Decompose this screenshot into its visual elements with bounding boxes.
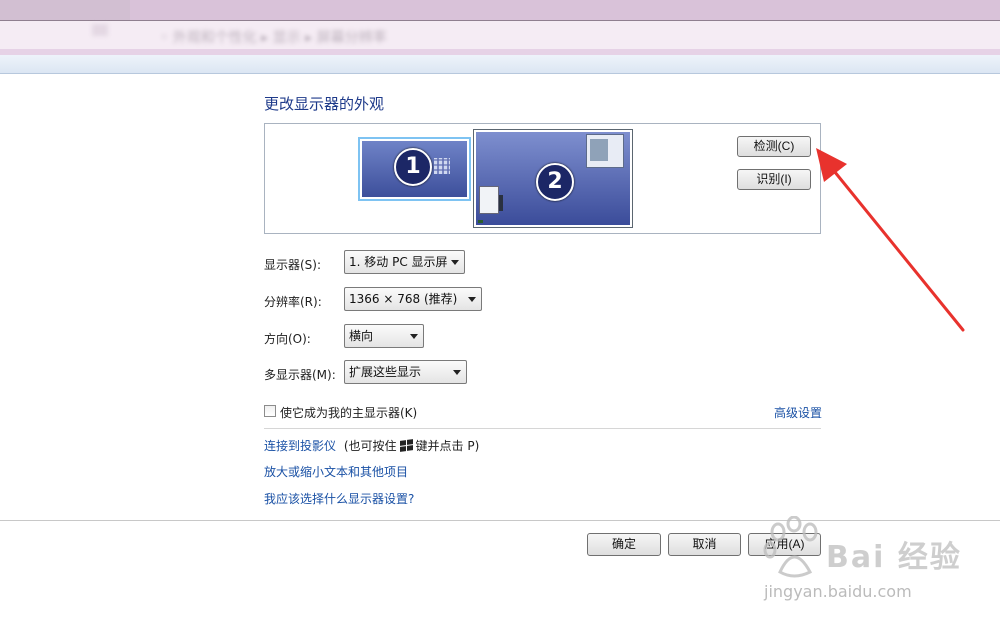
orientation-select[interactable]: 横向	[344, 324, 424, 348]
display-label: 显示器(S):	[264, 258, 322, 272]
annotation-arrow-icon	[816, 148, 965, 332]
projector-hint-suffix: 键并点击 P)	[415, 439, 480, 453]
watermark-brand-text: Bai 经验	[826, 540, 962, 575]
display-settings-help-link[interactable]: 我应该选择什么显示器设置?	[264, 490, 414, 507]
toolbar-strip	[0, 55, 1000, 74]
chevron-down-icon	[451, 260, 459, 265]
monitor-2-tile[interactable]: 2	[473, 129, 633, 228]
monitor-1-number: 1	[394, 148, 432, 186]
page-title: 更改显示器的外观	[264, 95, 385, 113]
window-thumbnail-small-icon	[479, 186, 503, 214]
taskbar-icon	[478, 220, 483, 223]
monitor-1-tile[interactable]: 1	[358, 137, 471, 201]
multi-display-label: 多显示器(M):	[264, 368, 336, 382]
orientation-select-value: 横向	[349, 329, 374, 343]
footer-divider	[0, 520, 1000, 521]
monitor-preview-area: 1 2 检测(C) 识别(I)	[264, 123, 821, 234]
title-bar-left-area	[0, 0, 130, 20]
resolution-select[interactable]: 1366 × 768 (推荐)	[344, 287, 482, 311]
breadcrumb-band	[0, 21, 1000, 49]
chevron-down-icon	[468, 297, 476, 302]
breadcrumb-blurred: ◦ 外观和个性化 ▸ 显示 ▸ 屏幕分辨率	[160, 30, 387, 46]
primary-display-label[interactable]: 使它成为我的主显示器(K)	[280, 404, 417, 421]
connect-projector-link[interactable]: 连接到投影仪	[264, 439, 336, 453]
window-thumbnail-icon	[586, 134, 624, 168]
projector-row: 连接到投影仪 (也可按住 键并点击 P)	[264, 437, 479, 454]
section-divider	[264, 428, 821, 429]
monitor-2-number: 2	[536, 163, 574, 201]
resolution-select-value: 1366 × 768 (推荐)	[349, 292, 458, 306]
resolution-label: 分辨率(R):	[264, 295, 322, 309]
watermark-url: jingyan.baidu.com	[764, 582, 912, 601]
back-button[interactable]	[92, 24, 108, 36]
baidu-paw-watermark-icon	[763, 516, 818, 578]
desktop-grid-icon	[434, 158, 450, 174]
monitor-2-screen: 2	[476, 132, 630, 225]
text-size-link[interactable]: 放大或缩小文本和其他项目	[264, 463, 408, 480]
display-select[interactable]: 1. 移动 PC 显示屏	[344, 250, 465, 274]
windows-logo-icon	[399, 439, 413, 452]
advanced-settings-link[interactable]: 高级设置	[774, 404, 822, 421]
chevron-down-icon	[453, 370, 461, 375]
primary-display-checkbox[interactable]	[264, 405, 276, 417]
title-bar	[0, 0, 1000, 20]
projector-hint-prefix: (也可按住	[343, 439, 397, 453]
display-select-value: 1. 移动 PC 显示屏	[349, 255, 448, 269]
chevron-down-icon	[410, 334, 418, 339]
monitor-1-screen: 1	[362, 141, 467, 197]
cancel-button[interactable]: 取消	[668, 533, 741, 556]
orientation-label: 方向(O):	[264, 332, 311, 346]
ok-button[interactable]: 确定	[587, 533, 661, 556]
multi-display-select-value: 扩展这些显示	[349, 365, 422, 379]
multi-display-select[interactable]: 扩展这些显示	[344, 360, 467, 384]
